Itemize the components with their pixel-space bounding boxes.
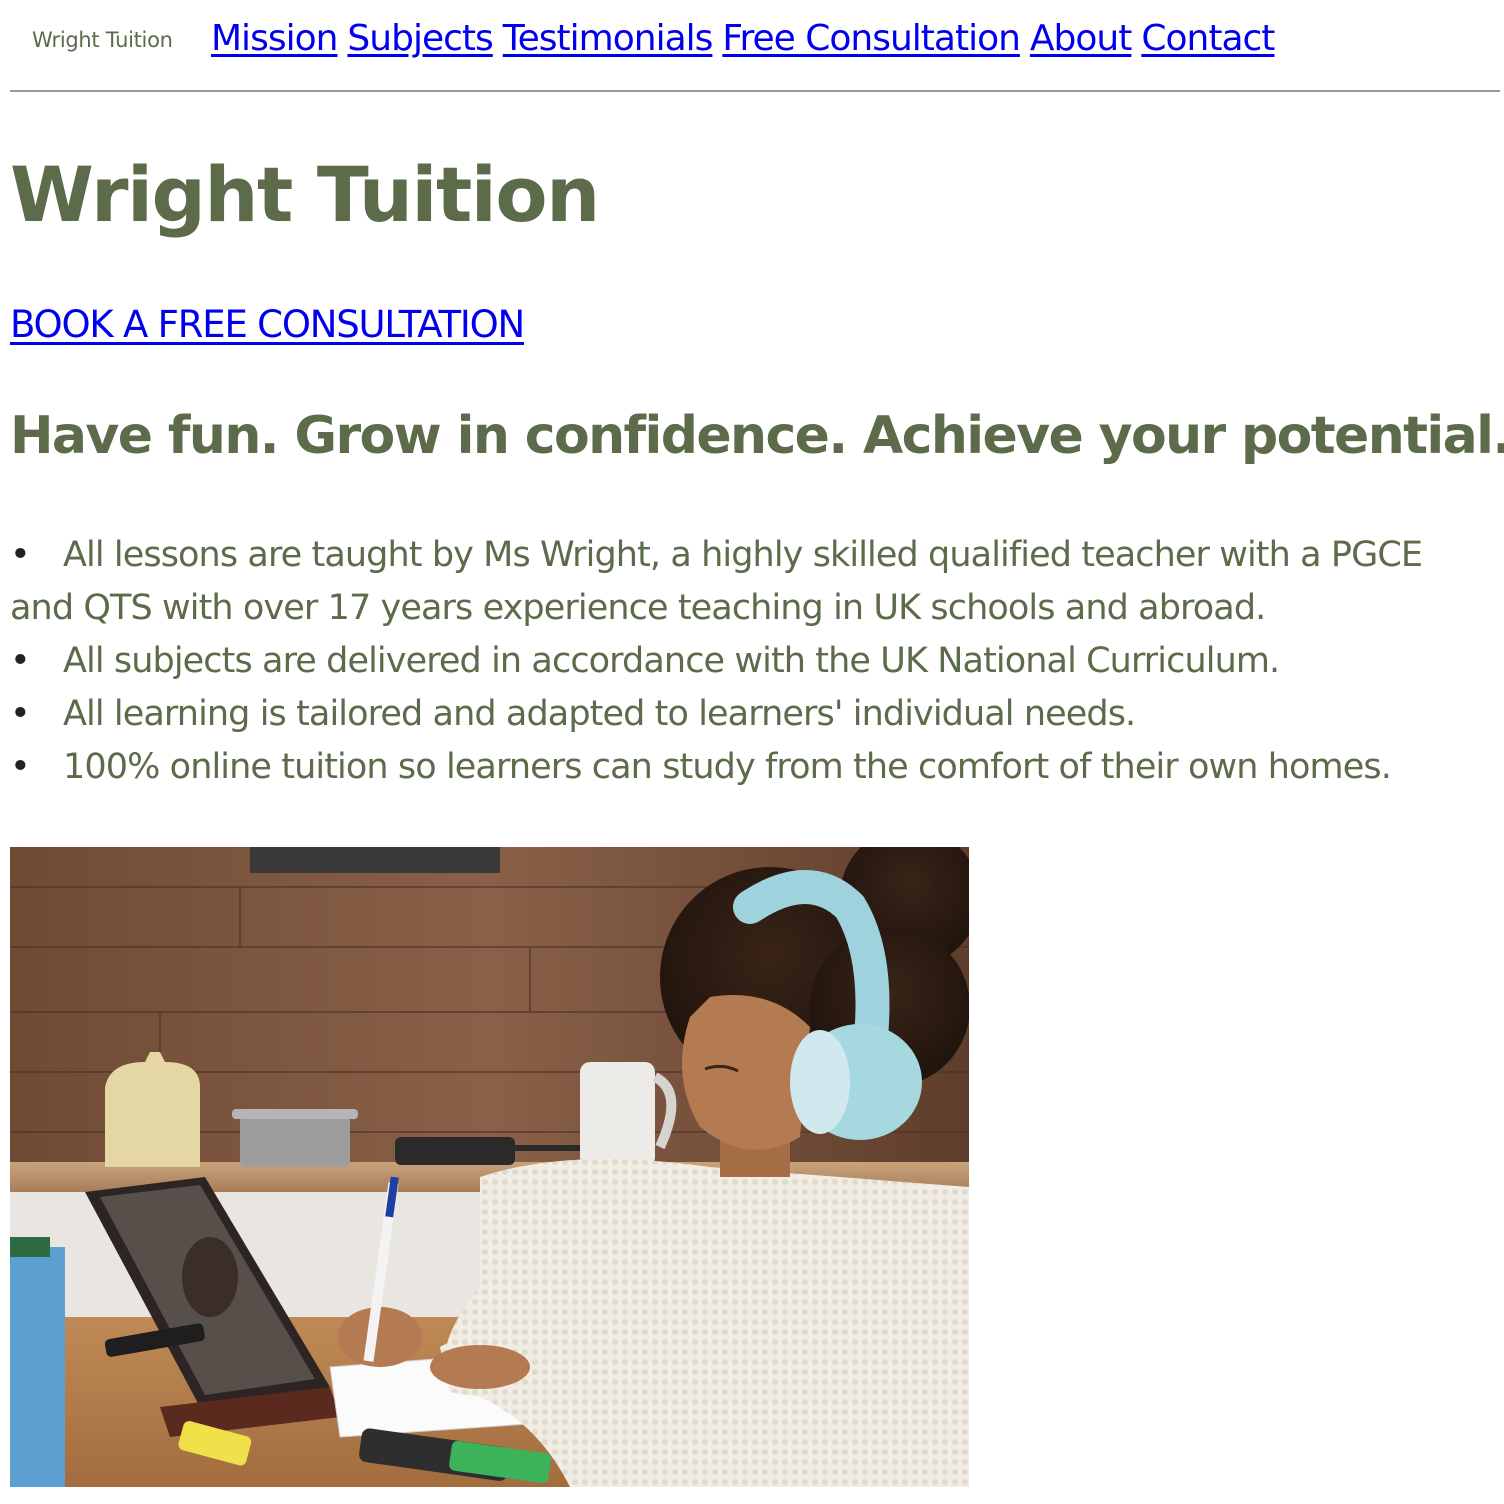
bullet-icon: • (10, 747, 31, 787)
nav-link-free-consultation[interactable]: Free Consultation (722, 18, 1021, 59)
feature-item: • 100% online tuition so learners can stu… (10, 741, 1490, 794)
feature-text: All lessons are taught by Ms Wright, a h… (10, 535, 1423, 628)
site-logo[interactable]: Wright Tuition (32, 28, 173, 52)
site-header: Wright Tuition Mission Subjects Testimon… (10, 0, 1500, 92)
bullet-icon: • (10, 641, 31, 681)
tagline-heading: Have fun. Grow in confidence. Achieve yo… (10, 406, 1504, 466)
feature-text: 100% online tuition so learners can stud… (63, 747, 1392, 787)
book-consultation-link[interactable]: BOOK A FREE CONSULTATION (10, 303, 525, 346)
nav-link-subjects[interactable]: Subjects (347, 18, 493, 59)
feature-text: All learning is tailored and adapted to … (63, 694, 1136, 734)
feature-item: • All lessons are taught by Ms Wright, a … (10, 529, 1490, 635)
feature-list: • All lessons are taught by Ms Wright, a … (10, 529, 1490, 794)
bullet-icon: • (10, 535, 31, 575)
nav-link-contact[interactable]: Contact (1141, 18, 1275, 59)
nav-link-about[interactable]: About (1030, 18, 1132, 59)
nav-link-mission[interactable]: Mission (211, 18, 338, 59)
feature-item: • All learning is tailored and adapted to… (10, 688, 1490, 741)
main-nav: Mission Subjects Testimonials Free Consu… (211, 18, 1275, 59)
feature-item: • All subjects are delivered in accordanc… (10, 635, 1490, 688)
page-title: Wright Tuition (10, 150, 600, 239)
bullet-icon: • (10, 694, 31, 734)
hero-photo-girl-online-lesson (10, 847, 969, 1487)
hero-photo-illustration (10, 847, 969, 1487)
page: Wright Tuition Mission Subjects Testimon… (0, 0, 1504, 1504)
feature-text: All subjects are delivered in accordance… (63, 641, 1280, 681)
nav-link-testimonials[interactable]: Testimonials (503, 18, 714, 59)
